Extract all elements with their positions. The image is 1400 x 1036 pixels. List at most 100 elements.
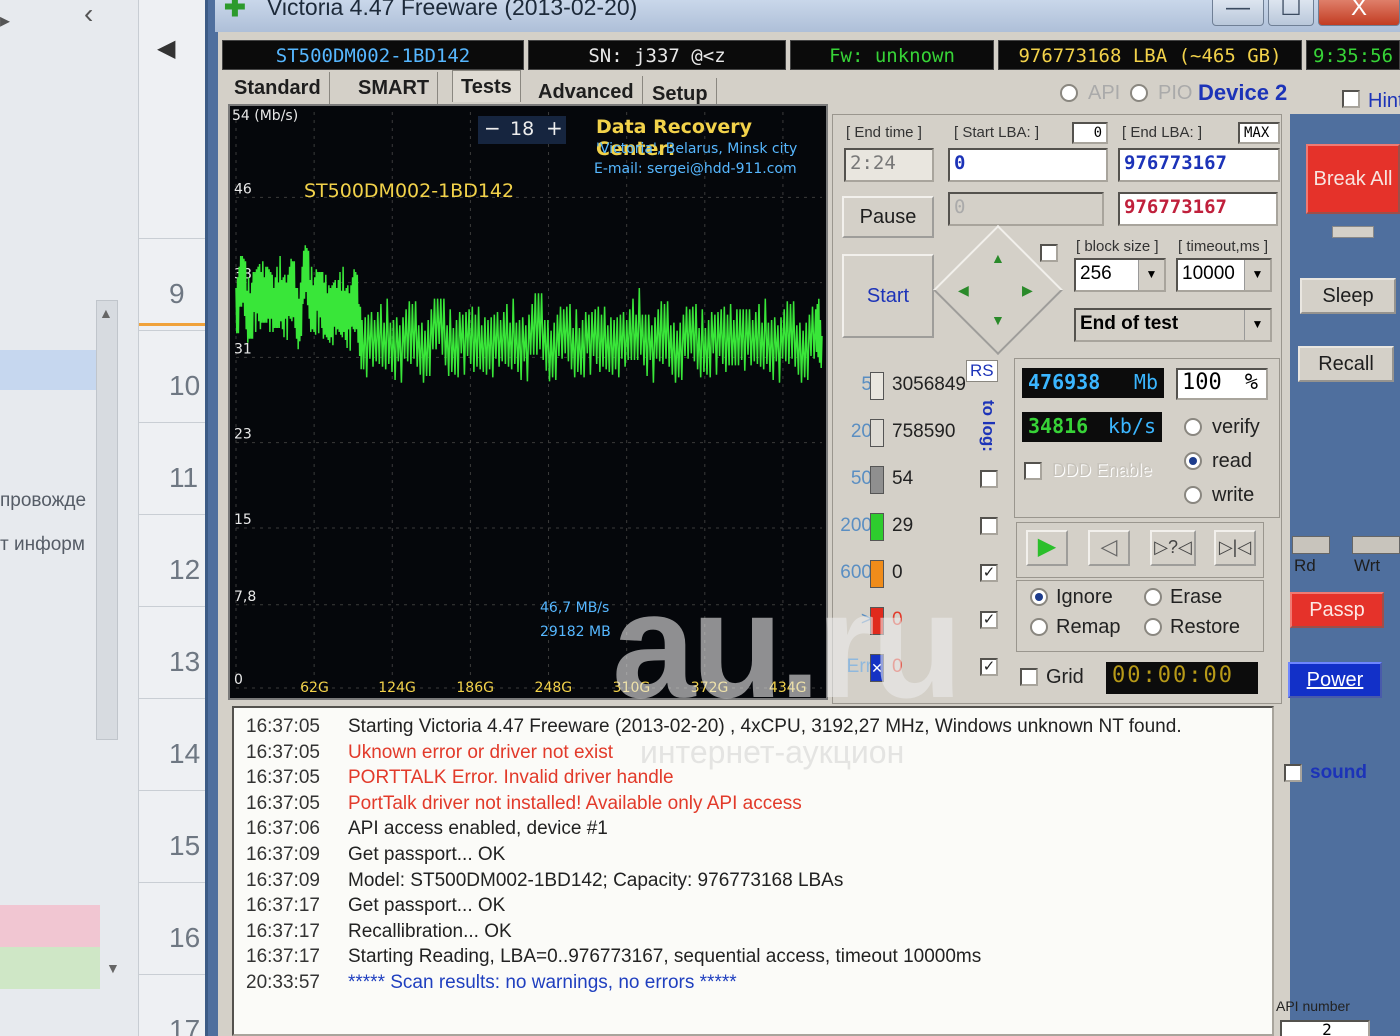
api-number-field[interactable]: 2 (1280, 1020, 1370, 1036)
counter-color-swatch (870, 372, 884, 400)
start-lba-reset[interactable]: 0 (1072, 122, 1108, 144)
counter-threshold: 50 (850, 468, 872, 489)
serial-display: SN: j337 @<z (528, 40, 786, 70)
api-radio[interactable] (1060, 84, 1078, 102)
left-arrow-icon[interactable]: ◀ (958, 282, 969, 299)
end-lba-max-button[interactable]: MAX (1238, 122, 1280, 144)
prev-icon[interactable]: ◀ (157, 34, 175, 63)
log-checkbox[interactable]: ✓ (980, 564, 998, 582)
highlight-row (0, 947, 100, 989)
highlight-row (0, 905, 100, 947)
counter-color-swatch (870, 419, 884, 447)
recall-button[interactable]: Recall (1298, 346, 1394, 382)
log-time: 16:37:09 (246, 844, 320, 865)
log-entry: 16:37:09 Get passport... OK (246, 844, 505, 866)
end-action-select[interactable]: End of test ▼ (1074, 308, 1272, 342)
zoom-minus-button[interactable]: − (484, 116, 501, 140)
log-entry: 16:37:17 Get passport... OK (246, 895, 505, 917)
rs-button[interactable]: RS (966, 360, 998, 382)
timeout-select[interactable]: 10000 ▼ (1176, 258, 1272, 292)
pad-checkbox[interactable] (1040, 244, 1058, 262)
speed-readout: 46,7 MB/s (540, 600, 610, 616)
zoom-plus-button[interactable]: + (546, 116, 563, 140)
restore-radio[interactable] (1144, 618, 1162, 636)
log-entry: 16:37:06 API access enabled, device #1 (246, 818, 608, 840)
tab-standard[interactable]: Standard (226, 72, 330, 104)
current-lba-field: 0 (948, 192, 1104, 226)
nav-back-icon[interactable]: ‹ (84, 0, 93, 30)
zoom-value: 18 (510, 118, 535, 140)
power-button[interactable]: Power (1288, 662, 1382, 698)
log-message: ***** Scan results: no warnings, no erro… (348, 972, 737, 993)
erase-radio[interactable] (1144, 588, 1162, 606)
tab-smart[interactable]: SMART (350, 72, 439, 104)
ignore-radio[interactable] (1030, 588, 1048, 606)
y-unit-label: 54 (Mb/s) (232, 108, 299, 124)
minimize-button[interactable]: — (1212, 0, 1264, 26)
log-checkbox[interactable] (980, 470, 998, 488)
skip-unknown-icon[interactable]: ▷?◁ (1150, 530, 1196, 566)
model-display: ST500DM002-1BD142 (222, 40, 524, 70)
end-lba-field[interactable]: 976773167 (1118, 148, 1280, 182)
sleep-button[interactable]: Sleep (1300, 278, 1396, 314)
up-arrow-icon[interactable]: ▲ (991, 250, 1005, 266)
highlight-row (0, 350, 100, 390)
close-button[interactable]: X (1318, 0, 1400, 26)
write-radio[interactable] (1184, 486, 1202, 504)
play-icon[interactable]: ▶ (1026, 530, 1068, 566)
log-checkbox[interactable]: ✓ (980, 658, 998, 676)
verify-radio[interactable] (1184, 418, 1202, 436)
log-message: PORTTALK Error. Invalid driver handle (348, 767, 674, 789)
maximize-button[interactable]: ☐ (1268, 0, 1314, 26)
break-all-button[interactable]: Break All (1306, 144, 1400, 214)
x-tick-label: 124G (378, 680, 416, 696)
log-entry: 16:37:17 Starting Reading, LBA=0..9767731… (246, 946, 981, 968)
device-label[interactable]: Device 2 (1198, 80, 1287, 106)
chevron-down-icon[interactable]: ▼ (1244, 310, 1270, 340)
down-arrow-icon[interactable]: ▼ (991, 312, 1005, 328)
chevron-down-icon[interactable]: ▼ (1244, 260, 1270, 290)
counter-value: 29 (892, 515, 914, 536)
row-number: 11 (169, 462, 199, 493)
window-title: Victoria 4.47 Freeware (2013-02-20) (267, 0, 638, 20)
scroll-down-icon[interactable]: ▼ (106, 960, 120, 976)
start-lba-field[interactable]: 0 (948, 148, 1108, 182)
grid-checkbox[interactable] (1020, 668, 1038, 686)
right-arrow-icon[interactable]: ▶ (1022, 282, 1033, 299)
counter-color-swatch (870, 513, 884, 541)
log-checkbox[interactable] (980, 517, 998, 535)
hint-checkbox[interactable] (1342, 90, 1360, 108)
pio-radio[interactable] (1130, 84, 1148, 102)
log-message: Uknown error or driver not exist (348, 741, 614, 763)
log-time: 16:37:05 (246, 767, 320, 789)
scrollbar[interactable]: ▲ (96, 300, 118, 740)
log-message: Get passport... OK (348, 844, 506, 865)
background-window: провожде т информ ‹ ▸ ▲ ▼ ◀ 9 10 11 12 13 14 1… (0, 0, 219, 1036)
pause-button[interactable]: Pause (842, 196, 934, 238)
block-size-select[interactable]: 256 ▼ (1074, 258, 1166, 292)
scroll-up-icon[interactable]: ▲ (99, 305, 113, 321)
sound-checkbox[interactable] (1284, 764, 1302, 782)
sound-label: sound (1310, 762, 1367, 783)
row-number: 17 (169, 1014, 201, 1036)
end-lba-field-2[interactable]: 976773167 (1118, 192, 1278, 226)
x-tick-label: 186G (456, 680, 494, 696)
speed-series-line (235, 245, 823, 383)
goto-end-icon[interactable]: ▷|◁ (1214, 530, 1256, 566)
passp-button[interactable]: Passp (1290, 592, 1384, 628)
end-time-field[interactable]: 2:24 (844, 148, 934, 182)
tab-tests[interactable]: Tests (452, 70, 521, 102)
watermark-logo: au.ru (612, 561, 963, 729)
log-checkbox[interactable]: ✓ (980, 611, 998, 629)
remap-radio[interactable] (1030, 618, 1048, 636)
read-radio[interactable] (1184, 452, 1202, 470)
zoom-control[interactable]: − 18 + (478, 116, 566, 144)
verify-label: verify (1212, 416, 1260, 438)
row-number: 12 (169, 554, 201, 585)
ddd-checkbox[interactable] (1024, 462, 1042, 480)
rewind-icon[interactable]: ◁ (1088, 530, 1130, 566)
y-tick-label: 15 (234, 512, 252, 528)
log-time: 16:37:05 (246, 741, 320, 763)
start-button[interactable]: Start (842, 254, 934, 338)
chevron-down-icon[interactable]: ▼ (1138, 260, 1164, 290)
